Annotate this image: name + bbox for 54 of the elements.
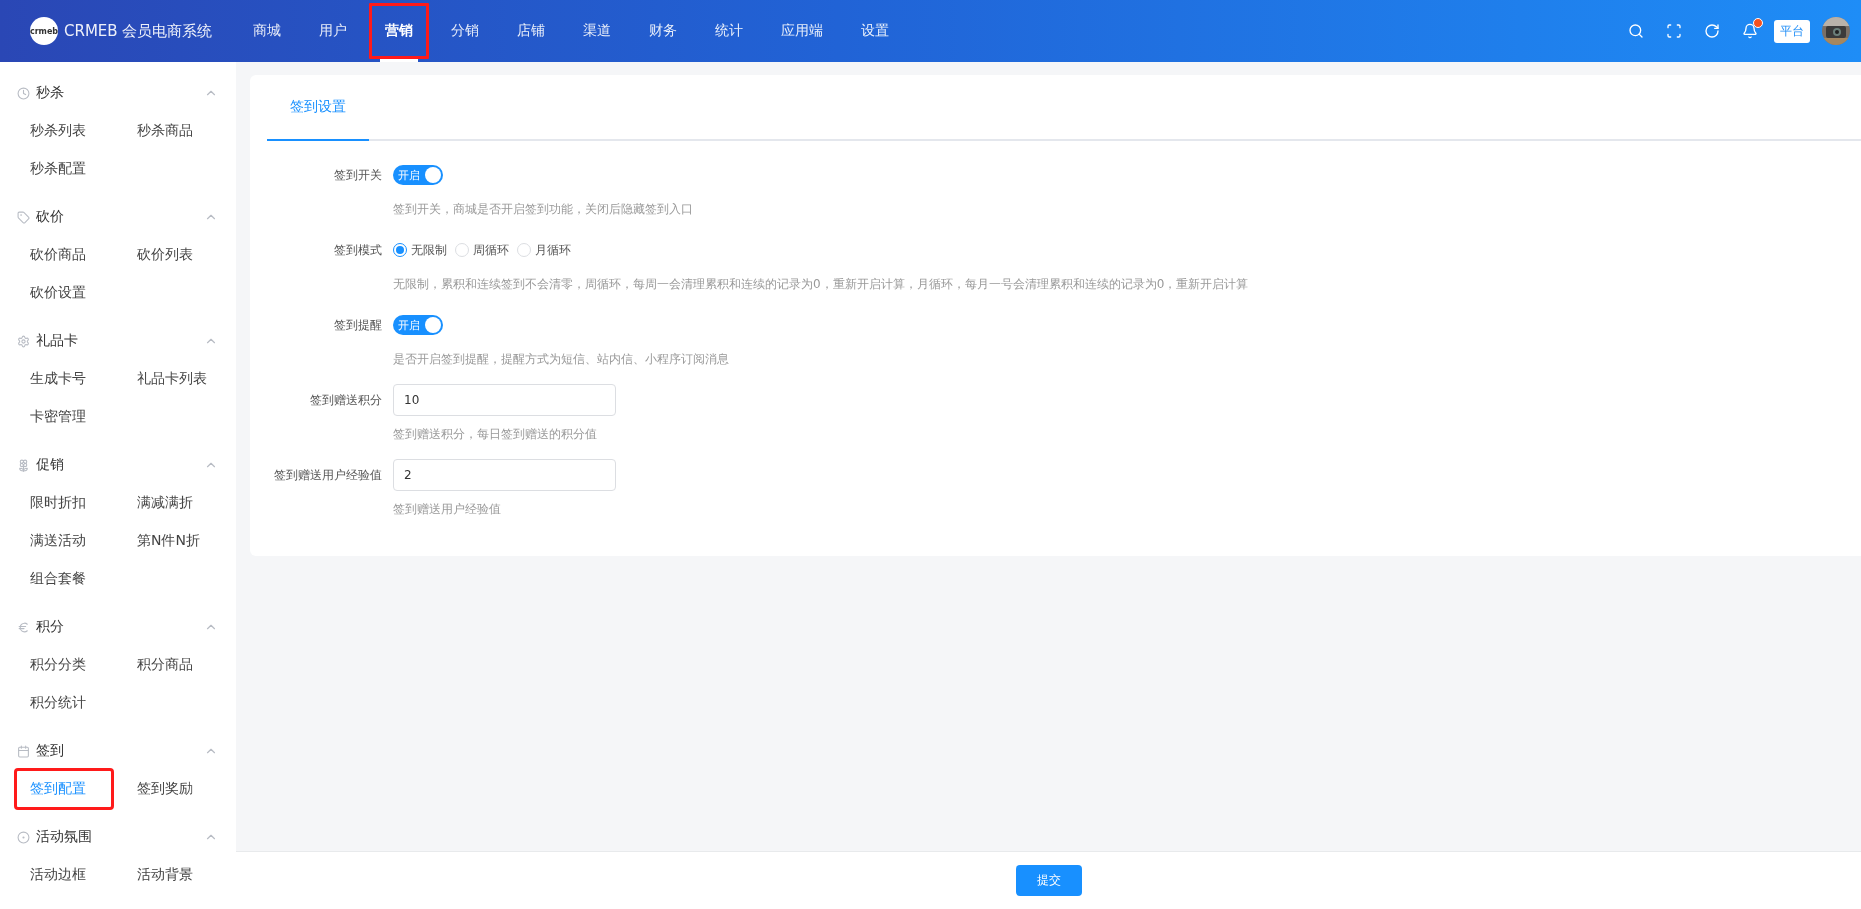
menu-group-title[interactable]: 积分 bbox=[36, 618, 64, 636]
menu-item[interactable]: 积分商品 bbox=[121, 644, 221, 686]
nav-tab[interactable]: 渠道 bbox=[564, 0, 630, 62]
nav-tab[interactable]: 店铺 bbox=[498, 0, 564, 62]
nav-tab[interactable]: 应用端 bbox=[762, 0, 842, 62]
menu-group-title[interactable]: 活动氛围 bbox=[36, 828, 92, 846]
field-label: 签到开关 bbox=[334, 168, 382, 182]
field-hint: 签到赠送用户经验值 bbox=[393, 501, 502, 518]
bell-icon[interactable] bbox=[1742, 23, 1758, 39]
search-icon[interactable] bbox=[1628, 23, 1644, 39]
nav-tab[interactable]: 统计 bbox=[696, 0, 762, 62]
logo: crmeb bbox=[30, 17, 58, 45]
menu-group-title[interactable]: 签到 bbox=[36, 742, 64, 760]
field-label: 签到赠送用户经验值 bbox=[274, 468, 382, 482]
radio-button[interactable] bbox=[393, 243, 407, 257]
refresh-icon[interactable] bbox=[1704, 23, 1720, 39]
radio-label[interactable]: 月循环 bbox=[535, 241, 571, 259]
field-label: 签到赠送积分 bbox=[310, 393, 382, 407]
field-hint: 签到赠送积分，每日签到赠送的积分值 bbox=[393, 426, 598, 443]
number-field[interactable]: 2 bbox=[393, 459, 616, 491]
nav-tab[interactable]: 分销 bbox=[432, 0, 498, 62]
nav-tab[interactable]: 商城 bbox=[234, 0, 300, 62]
menu-group-title[interactable]: 秒杀 bbox=[36, 84, 64, 102]
nav-tab[interactable]: 用户 bbox=[300, 0, 366, 62]
nav-tab[interactable]: 营销 bbox=[366, 0, 432, 62]
menu-item[interactable]: 签到奖励 bbox=[121, 768, 221, 810]
radio-label[interactable]: 周循环 bbox=[473, 241, 509, 259]
nav-tab[interactable]: 财务 bbox=[630, 0, 696, 62]
flower-icon bbox=[17, 458, 30, 472]
gear-icon bbox=[17, 334, 30, 348]
menu-item[interactable]: 秒杀商品 bbox=[121, 110, 221, 152]
menu-item[interactable]: 礼品卡列表 bbox=[121, 358, 223, 400]
calendar-icon bbox=[17, 744, 30, 758]
euro-icon bbox=[17, 620, 30, 634]
menu-item[interactable]: 活动背景 bbox=[121, 854, 221, 896]
field-label: 签到模式 bbox=[334, 243, 382, 257]
brand-name: CRMEB 会员电商系统 bbox=[64, 21, 213, 41]
menu-item[interactable]: 砍价列表 bbox=[121, 234, 221, 276]
clock-icon bbox=[17, 86, 30, 100]
field-hint: 是否开启签到提醒，提醒方式为短信、站内信、小程序订阅消息 bbox=[393, 351, 729, 368]
menu-group-title[interactable]: 砍价 bbox=[36, 208, 64, 226]
number-field[interactable]: 10 bbox=[393, 384, 616, 416]
menu-group-title[interactable]: 礼品卡 bbox=[36, 332, 78, 350]
platform-badge[interactable]: 平台 bbox=[1774, 19, 1810, 43]
radio-label[interactable]: 无限制 bbox=[411, 241, 447, 259]
menu-item[interactable]: 活动边框 bbox=[14, 854, 114, 896]
nav-tab[interactable]: 设置 bbox=[842, 0, 908, 62]
field-hint: 签到开关，商城是否开启签到功能，关闭后隐藏签到入口 bbox=[393, 201, 693, 218]
tag-icon bbox=[17, 210, 30, 224]
circle-dot-icon bbox=[17, 830, 30, 844]
field-label: 签到提醒 bbox=[334, 318, 382, 332]
field-hint: 无限制，累积和连续签到不会清零，周循环，每周一会清理累积和连续的记录为0，重新开启计算，月循环，每月一号会清理累积和连续的记录为0，重新开启计算 bbox=[393, 276, 1249, 293]
menu-group-title[interactable]: 促销 bbox=[36, 456, 64, 474]
fullscreen-icon[interactable] bbox=[1666, 23, 1682, 39]
